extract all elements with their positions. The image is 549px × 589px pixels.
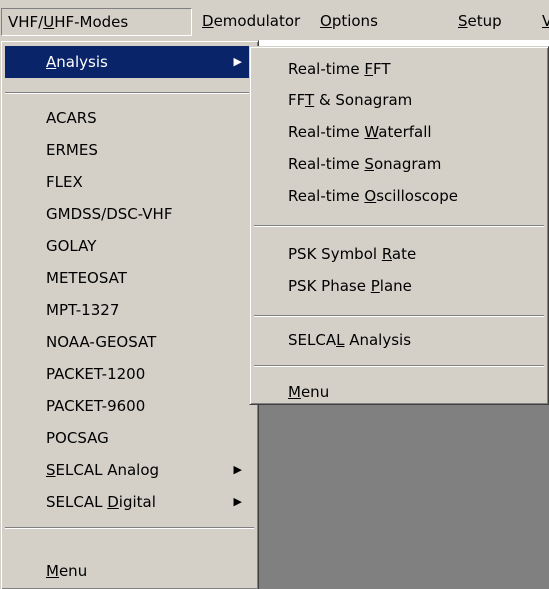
submenu-item-selcal-analysis[interactable]: SELCAL Analysis (254, 325, 544, 355)
desktop-background (259, 405, 549, 589)
submenu-item-psk-phase-plane[interactable]: PSK Phase Plane (254, 271, 544, 301)
menu-item-selcal-digital[interactable]: SELCAL Digital ▶ (5, 486, 254, 518)
menu-item-meteosat[interactable]: METEOSAT (5, 262, 254, 294)
menu-separator (254, 315, 544, 317)
menu-item-pocsag[interactable]: POCSAG (5, 422, 254, 454)
menu-item-packet-9600[interactable]: PACKET-9600 (5, 390, 254, 422)
menu-bar: VHF/UHF-Modes Demodulator Options Setup … (0, 0, 549, 40)
menu-item-golay[interactable]: GOLAY (5, 230, 254, 262)
menu-separator (254, 365, 544, 367)
menu-item-ermes[interactable]: ERMES (5, 134, 254, 166)
menu-item-selcal-analog[interactable]: SELCAL Analog ▶ (5, 454, 254, 486)
submenu-arrow-icon: ▶ (233, 495, 242, 508)
menu-item-acars[interactable]: ACARS (5, 102, 254, 134)
submenu-item-realtime-oscilloscope[interactable]: Real-time Oscilloscope (254, 181, 544, 211)
vhf-uhf-modes-dropdown: Analysis ▶ ACARS ERMES FLEX GMDSS/DSC-VHF… (0, 40, 259, 589)
menu-item-analysis[interactable]: Analysis ▶ (5, 46, 254, 78)
menu-separator (5, 527, 254, 529)
submenu-item-fft-sonagram[interactable]: FFT & Sonagram (254, 85, 544, 115)
menu-item-menu[interactable]: Menu (5, 555, 254, 587)
submenu-item-psk-symbol-rate[interactable]: PSK Symbol Rate (254, 239, 544, 269)
submenu-arrow-icon: ▶ (233, 463, 242, 476)
menu-demodulator[interactable]: Demodulator (196, 8, 312, 36)
menu-item-flex[interactable]: FLEX (5, 166, 254, 198)
submenu-arrow-icon: ▶ (233, 55, 242, 68)
submenu-item-realtime-sonagram[interactable]: Real-time Sonagram (254, 149, 544, 179)
menu-item-gmdss-dsc-vhf[interactable]: GMDSS/DSC-VHF (5, 198, 254, 230)
menu-setup[interactable]: Setup (452, 8, 536, 36)
menu-vhf-uhf-modes[interactable]: VHF/UHF-Modes (1, 8, 192, 36)
menu-separator (254, 225, 544, 227)
submenu-item-realtime-waterfall[interactable]: Real-time Waterfall (254, 117, 544, 147)
menu-separator (5, 92, 254, 94)
menu-item-mpt-1327[interactable]: MPT-1327 (5, 294, 254, 326)
menu-item-noaa-geosat[interactable]: NOAA-GEOSAT (5, 326, 254, 358)
analysis-submenu: Real-time FFT FFT & Sonagram Real-time W… (249, 46, 549, 405)
submenu-item-menu[interactable]: Menu (254, 377, 544, 407)
menu-view-truncated[interactable]: V (536, 8, 549, 36)
menu-options[interactable]: Options (314, 8, 436, 36)
menu-item-packet-1200[interactable]: PACKET-1200 (5, 358, 254, 390)
submenu-item-realtime-fft[interactable]: Real-time FFT (254, 54, 544, 84)
